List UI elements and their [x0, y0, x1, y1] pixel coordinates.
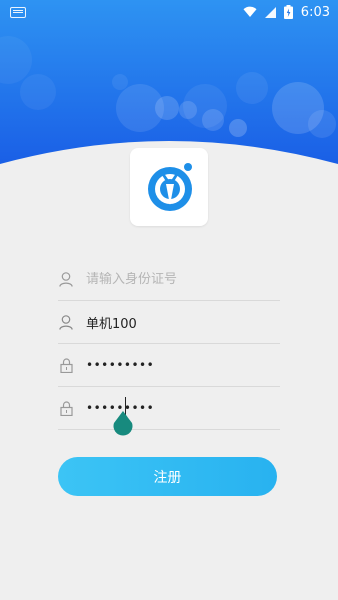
user-icon: [58, 314, 74, 330]
wifi-icon: [243, 6, 257, 17]
status-time: 6:03: [300, 4, 330, 20]
lock-icon: [58, 400, 74, 416]
keyboard-icon: [10, 6, 26, 18]
password-row: •••••••••: [58, 344, 280, 387]
user-icon: [58, 271, 74, 287]
username-row: 单机100: [58, 301, 280, 344]
username-input[interactable]: 单机100: [86, 313, 137, 332]
logo-icon: [148, 163, 192, 211]
battery-icon: [283, 5, 293, 19]
register-form: 单机100 ••••••••• •••••••••: [58, 258, 280, 436]
status-bar: 6:03: [0, 0, 338, 24]
id-number-input[interactable]: [86, 271, 256, 287]
password-input[interactable]: •••••••••: [86, 358, 154, 372]
id-number-row: [58, 258, 280, 301]
confirm-password-row: •••••••••: [58, 387, 280, 436]
app-logo: [130, 148, 208, 226]
lock-icon: [58, 357, 74, 373]
register-button[interactable]: 注册: [58, 457, 277, 496]
cursor-handle[interactable]: [112, 411, 134, 437]
signal-icon: [264, 6, 276, 18]
